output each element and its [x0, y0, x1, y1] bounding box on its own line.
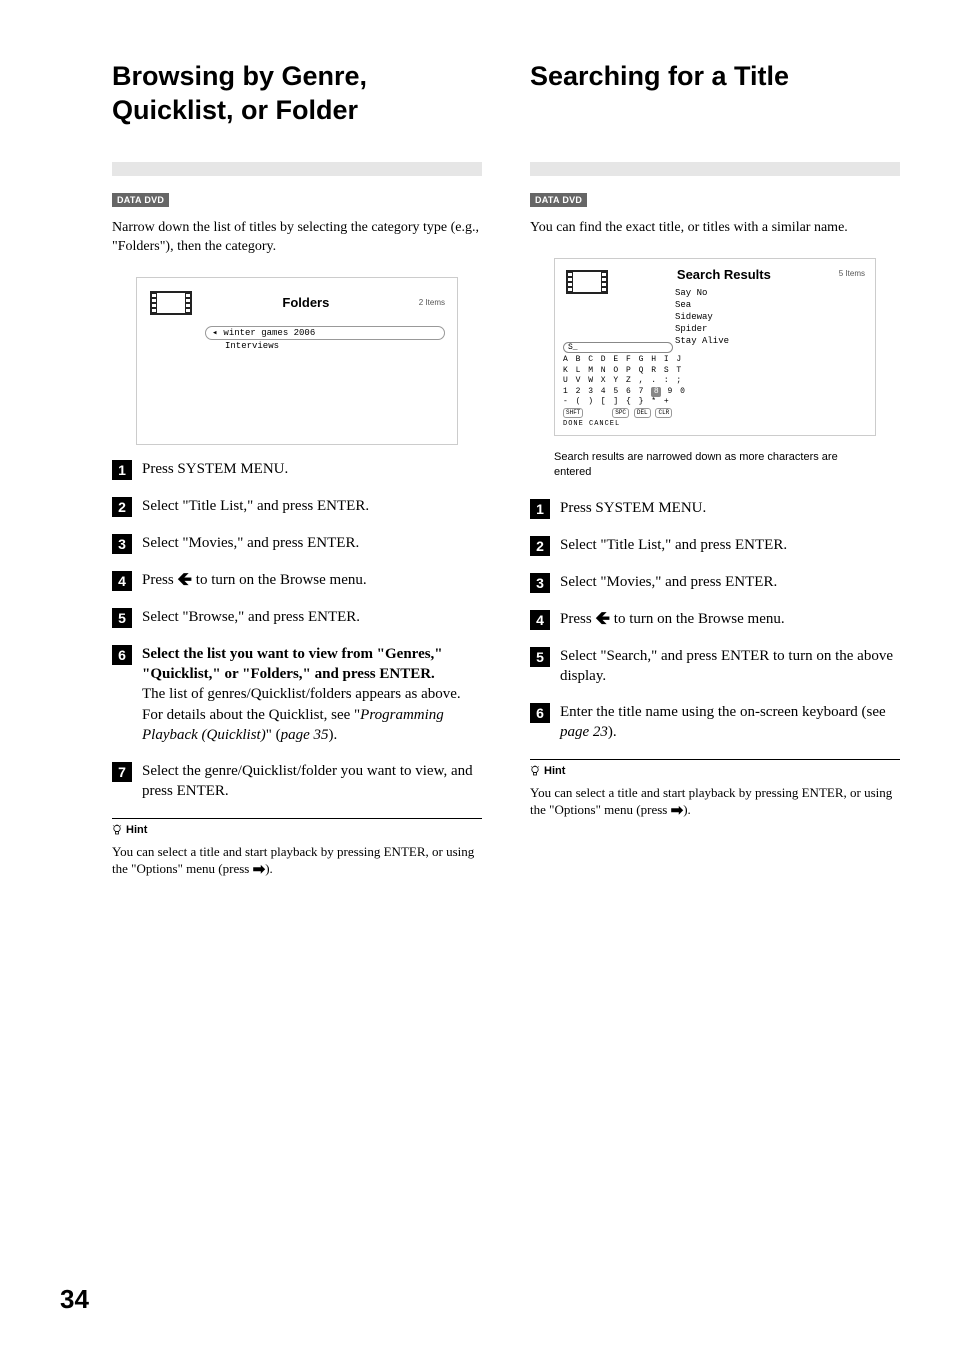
- section-title-right: Searching for a Title: [530, 60, 900, 150]
- section-title-left: Browsing by Genre, Quicklist, or Folder: [112, 60, 482, 150]
- step-number: 2: [112, 497, 132, 517]
- search-results-list: Say No Sea Sideway Spider Stay Alive: [675, 287, 729, 348]
- speaker-icon: ◂: [212, 328, 217, 338]
- step-number: 5: [530, 647, 550, 667]
- step-number: 2: [530, 536, 550, 556]
- step-text: Select the list you want to view from "G…: [142, 644, 482, 745]
- kb-shift: SHFT: [563, 408, 583, 418]
- step-4: 4 Press 🡸 to turn on the Browse menu.: [530, 609, 900, 630]
- hint-label: Hint: [112, 824, 147, 836]
- hint-separator: [112, 818, 482, 819]
- film-icon: [149, 288, 193, 318]
- step-3: 3 Select "Movies," and press ENTER.: [112, 533, 482, 554]
- step-6: 6 Enter the title name using the on-scre…: [530, 702, 900, 743]
- hint-separator: [530, 759, 900, 760]
- folder-row-label: Interviews: [225, 341, 279, 351]
- highlighted-key: 8: [651, 387, 661, 397]
- divider: [530, 162, 900, 176]
- screenshot-caption: Search results are narrowed down as more…: [554, 450, 876, 480]
- left-column: Browsing by Genre, Quicklist, or Folder …: [112, 60, 482, 878]
- search-results-count: 5 Items: [839, 267, 865, 278]
- film-icon: [565, 267, 609, 297]
- hint-text: You can select a title and start playbac…: [530, 784, 900, 819]
- step-4: 4 Press 🡸 to turn on the Browse menu.: [112, 570, 482, 591]
- step-number: 4: [530, 610, 550, 630]
- step-number: 7: [112, 762, 132, 782]
- result-item: Stay Alive: [675, 335, 729, 347]
- step-7: 7 Select the genre/Quicklist/folder you …: [112, 761, 482, 802]
- step-6: 6 Select the list you want to view from …: [112, 644, 482, 745]
- kb-space: SPC: [612, 408, 629, 418]
- step-text: Press 🡸 to turn on the Browse menu.: [560, 609, 900, 630]
- step-number: 6: [112, 645, 132, 665]
- page-number: 34: [60, 1284, 89, 1315]
- step-3: 3 Select "Movies," and press ENTER.: [530, 572, 900, 593]
- step-text: Press SYSTEM MENU.: [560, 498, 900, 519]
- step-number: 1: [112, 460, 132, 480]
- step-text: Select "Browse," and press ENTER.: [142, 607, 482, 628]
- step-5: 5 Select "Search," and press ENTER to tu…: [530, 646, 900, 687]
- folder-row-selected: ◂ winter games 2006: [205, 326, 445, 340]
- kb-del: DEL: [634, 408, 651, 418]
- divider: [112, 162, 482, 176]
- data-dvd-badge: DATA DVD: [530, 193, 587, 207]
- hint-label: Hint: [530, 765, 565, 777]
- right-column: Searching for a Title DATA DVD You can f…: [530, 60, 900, 878]
- step-2: 2 Select "Title List," and press ENTER.: [530, 535, 900, 556]
- data-dvd-badge: DATA DVD: [112, 193, 169, 207]
- hint-text: You can select a title and start playbac…: [112, 843, 482, 878]
- step-text: Press SYSTEM MENU.: [142, 459, 482, 480]
- step-text: Select "Title List," and press ENTER.: [142, 496, 482, 517]
- step-number: 6: [530, 703, 550, 723]
- step-text: Select "Search," and press ENTER to turn…: [560, 646, 900, 687]
- search-input: S_: [563, 342, 673, 353]
- step-number: 1: [530, 499, 550, 519]
- result-item: Sea: [675, 299, 729, 311]
- step-number: 3: [530, 573, 550, 593]
- step-2: 2 Select "Title List," and press ENTER.: [112, 496, 482, 517]
- step-1: 1 Press SYSTEM MENU.: [112, 459, 482, 480]
- folders-screenshot: Folders 2 Items ◂ winter games 2006 Inte…: [136, 277, 458, 445]
- onscreen-keyboard: S_ A B C D E F G H I J K L M N O P Q R S…: [563, 342, 673, 428]
- intro-text: Narrow down the list of titles by select…: [112, 219, 482, 257]
- step-5: 5 Select "Browse," and press ENTER.: [112, 607, 482, 628]
- result-item: Say No: [675, 287, 729, 299]
- step-text: Press 🡸 to turn on the Browse menu.: [142, 570, 482, 591]
- folders-count: 2 Items: [419, 298, 445, 307]
- result-item: Sideway: [675, 311, 729, 323]
- step-text: Select "Movies," and press ENTER.: [142, 533, 482, 554]
- bulb-icon: [530, 765, 540, 777]
- step-text: Enter the title name using the on-screen…: [560, 702, 900, 743]
- step-number: 5: [112, 608, 132, 628]
- folders-title: Folders: [201, 295, 411, 310]
- step-text: Select "Title List," and press ENTER.: [560, 535, 900, 556]
- folder-row: Interviews: [205, 340, 445, 352]
- step-number: 4: [112, 571, 132, 591]
- search-results-title: Search Results: [617, 267, 831, 282]
- bulb-icon: [112, 824, 122, 836]
- folder-row-label: winter games 2006: [223, 328, 315, 338]
- search-screenshot: Search Results 5 Items Say No Sea Sidewa…: [554, 258, 876, 436]
- result-item: Spider: [675, 323, 729, 335]
- kb-clr: CLR: [655, 408, 672, 418]
- step-1: 1 Press SYSTEM MENU.: [530, 498, 900, 519]
- step-text: Select "Movies," and press ENTER.: [560, 572, 900, 593]
- intro-text: You can find the exact title, or titles …: [530, 219, 900, 238]
- step-text: Select the genre/Quicklist/folder you wa…: [142, 761, 482, 802]
- step-number: 3: [112, 534, 132, 554]
